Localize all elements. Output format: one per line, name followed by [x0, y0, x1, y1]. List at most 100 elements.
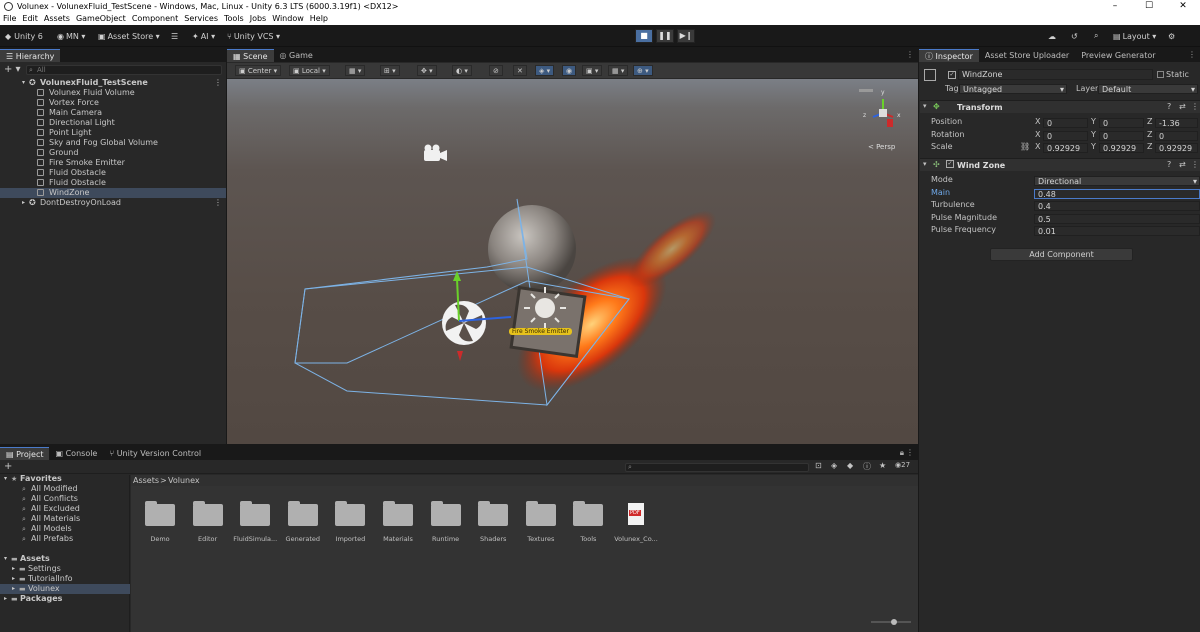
view-options-dropdown[interactable]: ▦ ▾ — [345, 65, 366, 76]
snap-dropdown[interactable]: ⊞ ▾ — [380, 65, 400, 76]
asset-folder[interactable]: ▸ ▬ Volunex — [0, 584, 130, 594]
transform-y-field[interactable]: 0.92929 — [1099, 143, 1144, 153]
component-menu-icon[interactable]: ⋮ — [1191, 160, 1199, 169]
hierarchy-item[interactable]: ▾ ✪ VolunexFluid_TestScene ⋮ — [0, 78, 226, 88]
menu-window[interactable]: Window — [272, 14, 304, 23]
search-by-type-icon[interactable]: ⊡ — [815, 461, 822, 470]
pivot-center-dropdown[interactable]: ▣ Center ▾ — [235, 65, 282, 76]
layer-dropdown[interactable]: Default ▾ — [1098, 84, 1198, 94]
audio-dropdown[interactable]: ◈ ▾ — [535, 65, 555, 76]
favorite-icon[interactable]: ★ — [879, 461, 886, 470]
search-by-label-icon[interactable]: ◈ — [831, 461, 837, 470]
hierarchy-search[interactable]: ⌕ All — [26, 65, 222, 75]
tab-preview-generator[interactable]: Preview Generator — [1075, 49, 1161, 62]
play-button[interactable]: ■ — [635, 29, 653, 43]
packages-root[interactable]: ▸ ▬ Packages — [0, 594, 130, 604]
hierarchy-item[interactable]: Volunex Fluid Volume — [0, 88, 226, 98]
help-icon[interactable]: ? — [1167, 160, 1171, 169]
more-icon[interactable]: ⋮ — [906, 448, 914, 457]
foldout-icon[interactable]: ▸ — [4, 594, 7, 604]
hierarchy-item[interactable]: Point Light — [0, 128, 226, 138]
windzone-value-field[interactable]: 0.4 — [1034, 201, 1200, 211]
foldout-icon[interactable]: ▸ — [12, 574, 15, 584]
favorite-item[interactable]: ⌕ All Materials — [0, 514, 130, 524]
more-icon[interactable]: ⋮ — [906, 50, 914, 59]
favorite-item[interactable]: ⌕ All Prefabs — [0, 534, 130, 544]
breadcrumb-assets[interactable]: Assets — [133, 476, 159, 485]
menu-assets[interactable]: Assets — [44, 14, 70, 23]
hierarchy-item[interactable]: Main Camera — [0, 108, 226, 118]
foldout-icon[interactable]: ▸ — [22, 198, 25, 208]
shading-dropdown[interactable]: ◐ ▾ — [452, 65, 472, 76]
account-dropdown[interactable]: ◉ MN ▾ — [57, 30, 85, 42]
folder-icon[interactable] — [192, 501, 223, 526]
help-icon[interactable]: ? — [1167, 102, 1171, 111]
foldout-icon[interactable]: ▸ — [12, 584, 15, 594]
gizmos-dropdown[interactable]: ⊕ ▾ — [633, 65, 653, 76]
layers-icon[interactable]: ☰ — [171, 30, 178, 42]
transform-z-field[interactable]: -1.36 — [1155, 118, 1198, 128]
folder-icon[interactable] — [240, 501, 271, 526]
pause-button[interactable]: ❚❚ — [656, 29, 674, 43]
foldout-icon[interactable]: ▾ — [4, 474, 7, 484]
pdf-file-icon[interactable]: PDF — [628, 503, 644, 525]
mode-dropdown[interactable]: Directional ▾ — [1034, 176, 1200, 186]
tab-inspector[interactable]: ⓘ Inspector — [919, 49, 979, 62]
hierarchy-item[interactable]: Directional Light — [0, 118, 226, 128]
tab-scene[interactable]: ▦ Scene — [227, 49, 274, 62]
tab-game[interactable]: ◎ Game — [274, 49, 319, 62]
hierarchy-item[interactable]: Fire Smoke Emitter — [0, 158, 226, 168]
tag-dropdown[interactable]: Untagged ▾ — [959, 84, 1067, 94]
tab-hierarchy[interactable]: ☰ Hierarchy — [0, 49, 61, 62]
hierarchy-item[interactable]: ▸ ✪ DontDestroyOnLoad ⋮ — [0, 198, 226, 208]
component-menu-icon[interactable]: ⋮ — [1191, 102, 1199, 111]
pivot-space-dropdown[interactable]: ▣ Local ▾ — [289, 65, 330, 76]
maximize-button[interactable]: ☐ — [1132, 0, 1166, 12]
breadcrumb-volunex[interactable]: Volunex — [168, 476, 200, 485]
favorite-item[interactable]: ⌕ All Modified — [0, 484, 130, 494]
active-checkbox[interactable]: ✓ — [948, 71, 956, 79]
asset-store-dropdown[interactable]: ▣ Asset Store ▾ — [98, 30, 160, 42]
asset-folder[interactable]: ▸ ▬ Settings — [0, 564, 130, 574]
effects-dropdown[interactable]: ▣ ▾ — [582, 65, 603, 76]
hierarchy-item[interactable]: Vortex Force — [0, 98, 226, 108]
folder-icon[interactable] — [383, 501, 413, 526]
transform-x-field[interactable]: 0 — [1043, 130, 1088, 141]
vcs-dropdown[interactable]: ⑂ Unity VCS ▾ — [227, 30, 280, 42]
assets-root[interactable]: ▾ ▬ Assets — [0, 554, 130, 564]
transform-z-field[interactable]: 0 — [1155, 130, 1198, 141]
add-icon[interactable]: + ▾ — [4, 64, 21, 75]
unity-version-button[interactable]: ◆ Unity 6 — [5, 30, 43, 42]
folder-icon[interactable] — [335, 501, 366, 526]
menu-jobs[interactable]: Jobs — [250, 14, 267, 23]
windzone-header[interactable]: ▾ ✣ ✓ Wind Zone ? ⇄ ⋮ — [920, 158, 1200, 171]
transform-header[interactable]: ▾ ✥ Transform ? ⇄ ⋮ — [920, 100, 1200, 113]
menu-help[interactable]: Help — [310, 14, 328, 23]
search-icon[interactable]: ⌕ — [1094, 30, 1098, 42]
menu-tools[interactable]: Tools — [224, 14, 244, 23]
transform-y-field[interactable]: 0 — [1099, 130, 1144, 141]
hierarchy-item[interactable]: Fluid Obstacle — [0, 168, 226, 178]
favorite-item[interactable]: ⌕ All Conflicts — [0, 494, 130, 504]
windzone-enabled-checkbox[interactable]: ✓ — [946, 160, 954, 168]
windzone-value-field[interactable]: 0.01 — [1034, 226, 1200, 236]
cloud-icon[interactable]: ☁ — [1048, 30, 1056, 42]
menu-component[interactable]: Component — [132, 14, 178, 23]
add-icon[interactable]: + — [4, 461, 12, 472]
favorite-item[interactable]: ⌕ All Models — [0, 524, 130, 534]
presets-icon[interactable]: ⇄ — [1179, 102, 1186, 111]
add-component-button[interactable]: Add Component — [990, 248, 1133, 261]
transform-x-field[interactable]: 0.92929 — [1043, 143, 1088, 153]
foldout-icon[interactable]: ▸ — [12, 564, 15, 574]
scene-menu-icon[interactable]: ⋮ — [214, 198, 222, 208]
tab-asset-store-uploader[interactable]: Asset Store Uploader — [979, 49, 1075, 62]
foldout-icon[interactable]: ▾ — [4, 554, 7, 564]
scene-menu-icon[interactable]: ⋮ — [214, 78, 222, 88]
ai-dropdown[interactable]: ✦ AI ▾ — [192, 30, 215, 42]
transform-y-field[interactable]: 0 — [1099, 118, 1144, 128]
minimize-button[interactable]: – — [1098, 0, 1132, 12]
folder-icon[interactable] — [478, 501, 509, 526]
tab-unity-version-control[interactable]: ⑂ Unity Version Control — [103, 447, 207, 460]
windzone-value-field[interactable]: 0.5 — [1034, 213, 1200, 224]
hierarchy-item[interactable]: Fluid Obstacle — [0, 178, 226, 188]
